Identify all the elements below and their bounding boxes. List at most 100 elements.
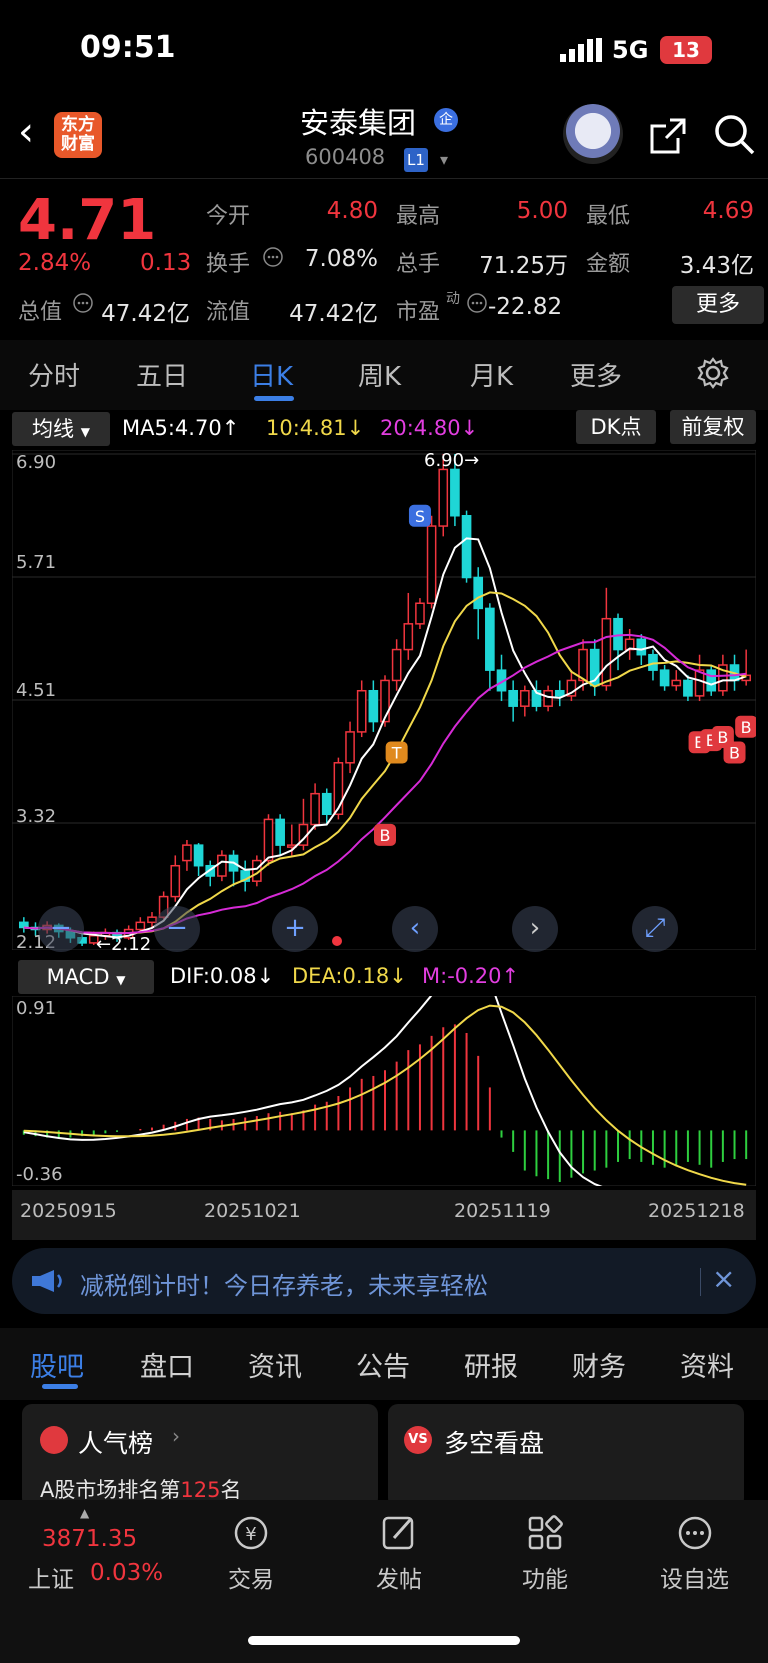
banner-text: 减税倒计时！今日存养老，未来享轻松: [80, 1272, 488, 1300]
tab-daily-k[interactable]: 日K: [250, 356, 293, 393]
tab-intraday[interactable]: 分时: [28, 356, 80, 393]
enterprise-badge-icon: 企: [434, 108, 458, 132]
buy-signal-marker-label: B: [729, 743, 740, 762]
nav-trade-label[interactable]: 交易: [228, 1560, 274, 1594]
sell-signal-marker-label: S: [415, 507, 425, 526]
turnover-label: 换手: [206, 252, 251, 277]
svg-text:¥: ¥: [245, 1524, 256, 1545]
chevron-down-icon[interactable]: ▾: [440, 150, 448, 169]
rank-suffix: 名: [220, 1478, 242, 1502]
candle-body: [671, 679, 682, 687]
gear-icon[interactable]: [696, 356, 730, 390]
info-dots-icon[interactable]: [72, 292, 94, 314]
tab-news[interactable]: 资讯: [248, 1345, 302, 1384]
candle-body: [403, 623, 414, 651]
more-quote-button[interactable]: 更多: [672, 286, 764, 324]
active-section-indicator: [42, 1384, 78, 1389]
candle-body: [706, 669, 717, 692]
candlestick-chart[interactable]: STBB B BBB: [12, 450, 756, 950]
take-signal-marker-label: T: [391, 743, 402, 762]
app-logo[interactable]: 东方 财富: [54, 112, 102, 158]
info-dots-icon[interactable]: [466, 292, 488, 314]
ma-select[interactable]: 均线 ▼: [12, 412, 110, 446]
tab-orderbook[interactable]: 盘口: [140, 1345, 194, 1384]
indicator-dot: [332, 936, 342, 946]
more-dots-icon[interactable]: [674, 1512, 716, 1554]
zoom-in-button[interactable]: +: [272, 906, 318, 952]
tab-announcements[interactable]: 公告: [356, 1345, 410, 1384]
status-bar: 09:51 5G 13: [0, 0, 768, 100]
candle-body: [636, 638, 647, 656]
fullscreen-icon[interactable]: ⤢: [632, 906, 678, 952]
date-label: 20251218: [648, 1200, 745, 1222]
zoom-out-button[interactable]: −: [38, 906, 84, 952]
candle-body: [368, 689, 379, 723]
candle-body: [263, 818, 274, 862]
megaphone-icon: [32, 1270, 62, 1292]
stock-code: 600408: [305, 145, 386, 169]
candle-body: [683, 679, 693, 697]
macd-select-label: MACD: [46, 965, 110, 989]
change-amount: 0.13: [140, 250, 192, 276]
tab-profile[interactable]: 资料: [680, 1345, 734, 1384]
nav-watchlist-label[interactable]: 设自选: [660, 1560, 729, 1594]
bull-bear-card[interactable]: [388, 1404, 744, 1508]
ma5-line: [23, 537, 747, 939]
tab-research[interactable]: 研报: [464, 1345, 518, 1384]
float-label: 流值: [206, 300, 251, 325]
high-annotation: 6.90→: [424, 450, 480, 471]
banner-divider: [700, 1268, 701, 1296]
zoom-out-button[interactable]: −: [154, 906, 200, 952]
tab-five-day[interactable]: 五日: [136, 356, 188, 393]
scroll-right-button[interactable]: ›: [512, 906, 558, 952]
dif-value: DIF:0.08↓: [170, 964, 274, 988]
trade-icon[interactable]: ¥: [230, 1512, 272, 1554]
date-axis: [12, 1190, 756, 1240]
candle-body: [170, 864, 181, 898]
m-label: M:-0.20: [422, 964, 502, 988]
popularity-title: 人气榜: [78, 1429, 154, 1458]
amount-label: 金额: [586, 252, 631, 277]
index-change[interactable]: 0.03%: [90, 1560, 163, 1586]
close-icon[interactable]: ×: [712, 1262, 735, 1295]
tab-more[interactable]: 更多: [570, 356, 622, 393]
stock-name: 安泰集团: [300, 106, 417, 140]
network-label: 5G: [612, 36, 649, 64]
nav-post-label[interactable]: 发帖: [376, 1560, 422, 1594]
price-axis-label: 4.51: [16, 680, 57, 701]
volume-value: 71.25万: [479, 253, 568, 279]
compose-icon[interactable]: [378, 1512, 420, 1554]
tab-monthly-k[interactable]: 月K: [470, 356, 513, 393]
back-button[interactable]: ‹: [18, 112, 48, 156]
adjust-select[interactable]: 前复权: [670, 410, 756, 444]
index-value[interactable]: 3871.35: [42, 1526, 137, 1552]
info-dots-icon[interactable]: [262, 246, 284, 268]
nav-function-label[interactable]: 功能: [522, 1560, 568, 1594]
assistant-avatar[interactable]: [563, 104, 623, 164]
tab-finance[interactable]: 财务: [572, 1345, 626, 1384]
candle-body: [135, 921, 146, 931]
buy-signal-marker-label: B: [741, 718, 752, 737]
tab-weekly-k[interactable]: 周K: [358, 356, 401, 393]
search-icon[interactable]: [712, 112, 756, 156]
rank-prefix: A股市场排名第: [40, 1478, 181, 1502]
scroll-left-button[interactable]: ‹: [392, 906, 438, 952]
low-value: 4.69: [702, 198, 754, 224]
share-icon[interactable]: [648, 116, 688, 156]
index-name[interactable]: 上证: [28, 1560, 74, 1594]
dea-label: DEA:0.18: [292, 964, 390, 988]
macd-select[interactable]: MACD ▼: [18, 960, 154, 994]
grid-icon[interactable]: [524, 1512, 566, 1554]
tab-forum[interactable]: 股吧: [30, 1345, 84, 1384]
candle-body: [461, 515, 472, 579]
high-label: 最高: [396, 204, 441, 229]
level-badge[interactable]: L1: [404, 148, 428, 172]
pe-label: 市盈: [396, 300, 441, 325]
dk-point-button[interactable]: DK点: [576, 410, 656, 444]
macd-axis-label: -0.36: [16, 1164, 63, 1185]
ma-select-label: 均线: [32, 417, 75, 441]
macd-chart[interactable]: [12, 996, 756, 1186]
down-arrow-icon: ↓: [256, 964, 275, 988]
active-tab-indicator: [254, 396, 294, 401]
macd-axis-label: 0.91: [16, 998, 57, 1019]
